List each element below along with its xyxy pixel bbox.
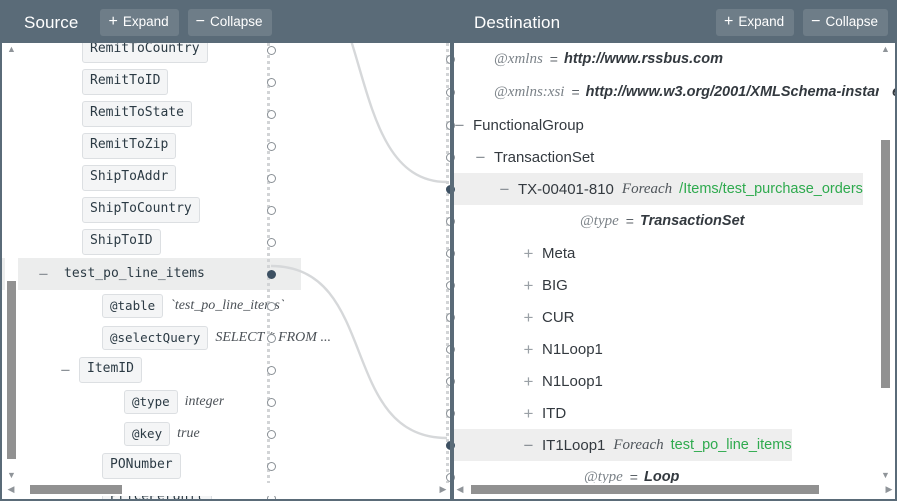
source-collapse-label: Collapse xyxy=(209,14,263,30)
source-port[interactable] xyxy=(267,461,276,471)
source-port[interactable] xyxy=(267,365,276,375)
destination-panel-header: Destination + Expand − Collapse xyxy=(452,2,895,43)
plus-icon: + xyxy=(108,12,118,30)
destination-collapse-button[interactable]: − Collapse xyxy=(803,9,888,36)
destination-scroll-left-arrow[interactable]: ◀ xyxy=(454,483,466,496)
source-collapse-button[interactable]: − Collapse xyxy=(187,9,273,36)
source-port[interactable] xyxy=(267,205,276,215)
source-port[interactable] xyxy=(267,397,276,407)
destination-collapse-label: Collapse xyxy=(825,14,878,30)
source-panel-title: Source xyxy=(24,12,79,32)
source-scroll-left-arrow[interactable]: ◀ xyxy=(5,483,17,496)
destination-scroll-right-arrow[interactable]: ▶ xyxy=(883,483,895,496)
destination-expand-label: Expand xyxy=(738,14,785,30)
source-horizontal-scroll-thumb[interactable] xyxy=(30,485,122,494)
source-expand-label: Expand xyxy=(122,14,169,30)
source-port-connected[interactable] xyxy=(267,269,276,279)
source-scroll-down-arrow[interactable]: ▼ xyxy=(5,469,18,481)
source-horizontal-scrollbar[interactable]: ◀ ▶ xyxy=(5,483,449,496)
destination-scroll-down-arrow[interactable]: ▼ xyxy=(879,469,892,481)
source-scroll-right-arrow[interactable]: ▶ xyxy=(437,483,449,496)
source-panel-header: Source + Expand − Collapse xyxy=(2,2,452,43)
source-vertical-scroll-thumb[interactable] xyxy=(7,281,16,459)
minus-icon: − xyxy=(811,12,821,30)
destination-vertical-scrollbar[interactable]: ▲ ▼ xyxy=(879,43,892,495)
destination-horizontal-scrollbar[interactable]: ◀ ▶ xyxy=(454,483,895,496)
source-scroll-up-arrow[interactable]: ▲ xyxy=(5,43,18,55)
schema-mapping-window: Source + Expand − Collapse RemitToCountr… xyxy=(0,0,897,501)
source-port[interactable] xyxy=(267,77,276,87)
destination-expand-button[interactable]: + Expand xyxy=(715,9,795,36)
panel-divider[interactable] xyxy=(450,2,454,499)
destination-panel-title: Destination xyxy=(474,12,561,32)
source-vertical-scrollbar[interactable]: ▲ ▼ xyxy=(5,43,18,495)
destination-horizontal-scroll-thumb[interactable] xyxy=(471,485,819,494)
source-port[interactable] xyxy=(267,109,276,119)
source-port[interactable] xyxy=(267,333,276,343)
destination-scroll-up-arrow[interactable]: ▲ xyxy=(879,43,892,55)
source-port[interactable] xyxy=(267,173,276,183)
source-port[interactable] xyxy=(267,237,276,247)
plus-icon: + xyxy=(723,12,734,30)
source-port[interactable] xyxy=(267,45,276,55)
destination-vertical-scroll-thumb[interactable] xyxy=(881,140,890,388)
source-port[interactable] xyxy=(267,141,276,151)
source-header-buttons: + Expand − Collapse xyxy=(100,9,273,36)
minus-icon: − xyxy=(195,12,205,30)
source-expand-button[interactable]: + Expand xyxy=(100,9,179,36)
source-port[interactable] xyxy=(267,429,276,439)
destination-header-buttons: + Expand − Collapse xyxy=(715,9,888,36)
source-port[interactable] xyxy=(267,301,276,311)
